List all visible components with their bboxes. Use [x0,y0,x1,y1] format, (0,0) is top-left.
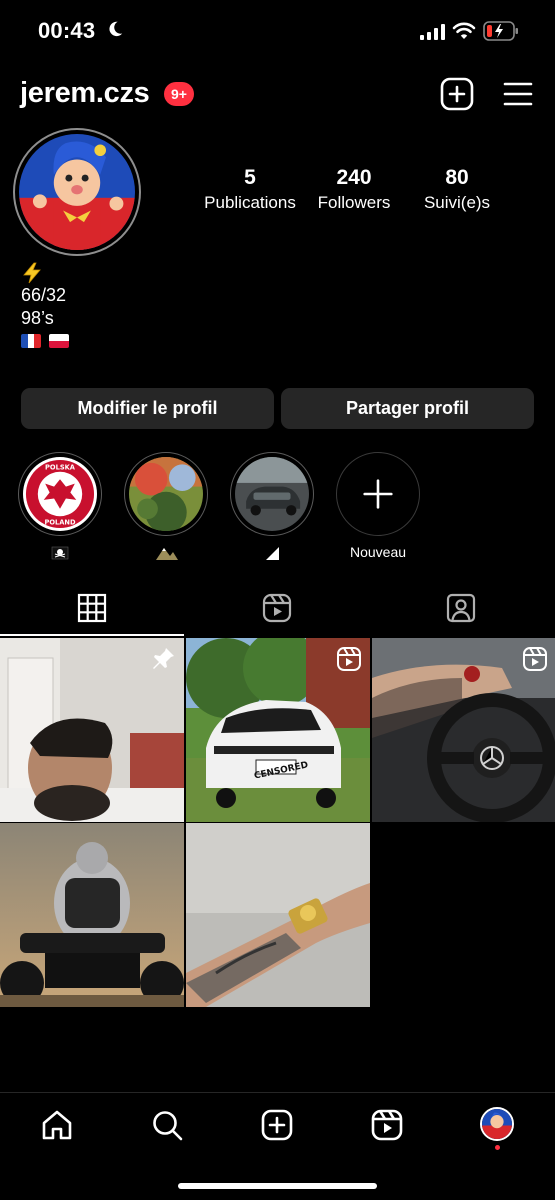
lightning-emoji-icon [23,262,41,284]
profile-bio: 66/32 98’s [21,262,69,348]
plus-icon [341,457,415,531]
profile-activity-dot [495,1145,500,1150]
bio-line-year: 98’s [21,308,54,328]
highlight-item[interactable] [230,452,314,562]
post-image-atv-rider [0,823,184,1007]
signal-icon [420,24,445,40]
svg-text:POLAND: POLAND [44,518,76,526]
add-post-icon[interactable] [440,77,474,111]
home-icon[interactable] [40,1108,74,1142]
home-indicator[interactable] [178,1183,377,1189]
highlight-item[interactable] [124,452,208,562]
nature-photo-image [129,457,203,531]
highlight-item[interactable]: POLSKA POLAND [18,452,102,562]
reel-badge-icon [337,647,361,671]
tagged-icon[interactable] [446,593,476,623]
new-highlight-button[interactable]: Nouveau [336,452,420,562]
stat-followers[interactable]: 240 Followers [299,166,409,213]
post-thumbnail[interactable]: CENSORED [186,638,370,822]
reel-badge-icon [523,647,547,671]
svg-text:POLSKA: POLSKA [45,464,76,472]
avatar-mini-image [482,1109,512,1139]
reels-nav-icon[interactable] [370,1108,404,1142]
stat-followers-label: Followers [317,193,391,212]
profile-avatar[interactable] [13,128,141,256]
notification-badge[interactable]: 9+ [164,82,194,106]
pin-icon [153,648,174,669]
search-icon[interactable] [150,1108,184,1142]
stat-followers-value: 240 [336,166,372,189]
highlight-ring [230,452,314,536]
bio-flags [21,334,69,348]
highlight-ring: POLSKA POLAND [18,452,102,536]
menu-icon[interactable] [503,80,533,108]
username-title[interactable]: jerem.czs [20,77,150,110]
flag-france-icon [21,334,41,348]
stat-publications[interactable]: 5 Publications [195,166,305,213]
stat-following[interactable]: 80 Suivi(e)s [402,166,512,213]
share-profile-button[interactable]: Partager profil [281,388,534,429]
triangle-symbol-icon [266,547,279,560]
post-image-tattooed-arm-watch [186,823,370,1007]
mountain-emoji-icon [156,548,178,560]
post-thumbnail[interactable] [0,823,184,1007]
avatar-cartoon-image [19,134,135,250]
polska-emblem-icon: POLSKA POLAND [23,457,97,531]
new-highlight-ring [336,452,420,536]
reels-icon[interactable] [262,593,292,623]
status-bar: 00:43 [0,0,555,64]
stat-following-label: Suivi(e)s [423,193,491,212]
highlight-ring [124,452,208,536]
new-highlight-label: Nouveau [349,544,407,560]
post-thumbnail[interactable] [186,823,370,1007]
create-icon[interactable] [260,1108,294,1142]
status-time: 00:43 [38,18,96,43]
profile-nav-avatar[interactable] [480,1107,514,1141]
wifi-icon [452,22,476,39]
stat-following-value: 80 [445,166,469,189]
post-thumbnail[interactable] [0,638,184,822]
moon-icon [109,21,123,37]
active-tab-indicator [0,634,184,636]
flag-poland-icon [49,334,69,348]
pirate-flag-emoji-icon [51,546,69,560]
bio-line-numbers: 66/32 [21,285,67,305]
battery-low-charging-icon [483,21,518,41]
post-thumbnail[interactable] [372,638,555,822]
grid-icon[interactable] [77,593,107,623]
stat-publications-value: 5 [244,166,256,189]
car-photo-image [235,457,309,531]
stat-publications-label: Publications [204,193,296,212]
edit-profile-button[interactable]: Modifier le profil [21,388,274,429]
